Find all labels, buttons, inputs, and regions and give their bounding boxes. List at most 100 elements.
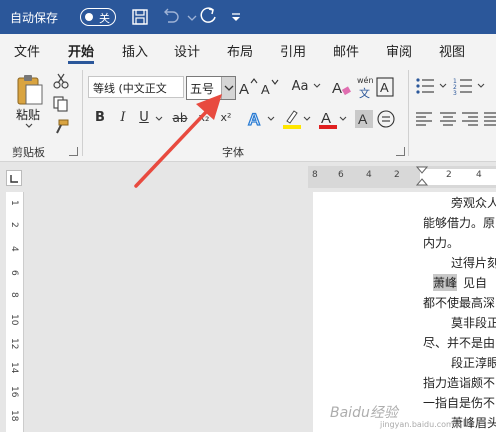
paste-label[interactable]: 粘贴 — [16, 106, 40, 123]
numbering-icon[interactable]: 1 2 3 — [452, 76, 474, 96]
numbering-dropdown-icon[interactable] — [476, 82, 486, 90]
cut-icon[interactable] — [52, 72, 70, 90]
doc-line: 指力造诣颇不 — [423, 376, 496, 390]
horizontal-ruler[interactable]: 8 6 4 2 2 4 — [308, 166, 496, 188]
tab-references[interactable]: 引用 — [280, 41, 306, 60]
tab-selector[interactable] — [6, 170, 22, 186]
align-right-icon[interactable] — [460, 110, 480, 128]
phonetic-guide-char[interactable]: 文 — [359, 85, 370, 101]
indent-marker-icon[interactable] — [416, 166, 428, 188]
italic-button[interactable]: I — [113, 108, 133, 128]
doc-line: 旁观众人 — [451, 196, 496, 210]
clear-formatting-icon[interactable]: A — [332, 76, 352, 98]
highlighter-dropdown-icon[interactable] — [302, 115, 312, 123]
subscript-button[interactable]: x₂ — [194, 108, 214, 128]
document-page[interactable]: 旁观众人 能够借力。原 内力。 过得片刻 萧峰 见自 都不使最高深 莫非段正 尽… — [313, 192, 496, 432]
tab-view[interactable]: 视图 — [439, 41, 465, 60]
watermark-url: jingyan.baidu.com — [380, 420, 454, 429]
paste-dropdown-icon[interactable] — [24, 122, 34, 130]
ruler-number: 8 — [9, 292, 19, 298]
underline-button[interactable]: U — [134, 108, 154, 128]
svg-text:A: A — [248, 110, 260, 129]
autosave-toggle[interactable]: 关 — [80, 8, 116, 26]
shrink-font-icon[interactable]: A — [260, 76, 280, 98]
doc-line: 能够借力。原 — [423, 216, 496, 230]
superscript-button[interactable]: x² — [216, 108, 236, 128]
ribbon-tabs: 文件 开始 插入 设计 布局 引用 邮件 审阅 视图 — [0, 34, 496, 64]
bullets-dropdown-icon[interactable] — [438, 82, 448, 90]
highlighter-icon[interactable] — [282, 108, 302, 130]
change-case-dropdown-icon[interactable] — [312, 82, 322, 90]
tab-insert[interactable]: 插入 — [122, 41, 148, 60]
doc-line: 内力。 — [423, 236, 460, 250]
font-group-label: 字体 — [222, 146, 244, 159]
svg-text:A: A — [358, 111, 368, 127]
change-case-button[interactable]: Aa — [288, 77, 312, 97]
group-divider — [82, 70, 83, 156]
vertical-ruler[interactable]: 1 2 4 6 8 10 12 14 16 18 — [6, 192, 24, 432]
justify-icon[interactable] — [482, 110, 496, 128]
doc-line: 尽、并不是由 — [423, 336, 496, 350]
phonetic-guide-pinyin[interactable]: wén — [357, 76, 374, 85]
svg-text:A: A — [261, 82, 270, 97]
character-shading-icon[interactable]: A — [354, 108, 374, 130]
font-name-value: 等线 (中文正文 — [93, 82, 167, 95]
text-effects-icon[interactable]: A — [246, 108, 266, 130]
bold-button[interactable]: B — [90, 108, 110, 128]
align-center-icon[interactable] — [438, 110, 458, 128]
autosave-state: 关 — [99, 12, 110, 25]
copy-icon[interactable] — [52, 95, 70, 113]
font-size-value: 五号 — [190, 82, 215, 96]
ruler-number: 6 — [9, 270, 19, 276]
font-size-select[interactable]: 五号 — [186, 76, 236, 100]
strikethrough-button[interactable]: ab — [170, 108, 190, 128]
font-color-dropdown-icon[interactable] — [338, 115, 348, 123]
ruler-number: 6 — [338, 170, 344, 180]
tab-layout[interactable]: 布局 — [227, 41, 253, 60]
tab-design[interactable]: 设计 — [174, 41, 200, 60]
tab-file[interactable]: 文件 — [14, 41, 40, 60]
ruler-number: 18 — [9, 410, 19, 422]
customize-quick-access-icon[interactable] — [226, 7, 246, 27]
svg-text:A: A — [239, 81, 249, 98]
format-painter-icon[interactable] — [52, 118, 70, 136]
svg-text:3: 3 — [453, 90, 457, 96]
doc-line: 莫非段正 — [451, 316, 496, 330]
align-left-icon[interactable] — [414, 110, 434, 128]
ruler-number: 14 — [9, 362, 19, 374]
bullets-icon[interactable] — [414, 76, 436, 96]
toggle-knob — [85, 13, 93, 21]
grow-font-icon[interactable]: A — [238, 76, 258, 98]
save-icon[interactable] — [130, 7, 150, 27]
tab-mailings[interactable]: 邮件 — [333, 41, 359, 60]
autosave-label: 自动保存 — [10, 11, 59, 25]
ruler-number: 4 — [366, 170, 372, 180]
ruler-number: 2 — [446, 170, 452, 180]
svg-text:A: A — [332, 80, 342, 97]
ruler-number: 1 — [9, 200, 19, 206]
font-size-dropdown-icon[interactable] — [221, 77, 235, 99]
font-launcher-icon[interactable] — [396, 147, 405, 156]
underline-dropdown-icon[interactable] — [154, 115, 164, 123]
ruler-number: 16 — [9, 386, 19, 398]
font-color-icon[interactable]: A — [318, 108, 338, 130]
tab-home[interactable]: 开始 — [68, 41, 94, 60]
clipboard-launcher-icon[interactable] — [69, 147, 78, 156]
clipboard-group-label: 剪贴板 — [12, 146, 45, 159]
doc-selected-text: 萧峰 — [433, 274, 458, 291]
enclose-characters-icon[interactable] — [376, 108, 396, 130]
text-effects-dropdown-icon[interactable] — [266, 115, 276, 123]
paste-icon[interactable] — [14, 72, 46, 106]
redo-icon[interactable] — [198, 7, 218, 27]
doc-line: 萧峰眉头 — [451, 416, 496, 430]
font-name-select[interactable]: 等线 (中文正文 — [88, 76, 184, 98]
ruler-number: 10 — [9, 314, 19, 326]
undo-icon[interactable] — [162, 7, 182, 27]
group-divider — [408, 70, 409, 156]
doc-line: 一指自是伤不 — [423, 396, 496, 410]
svg-text:A: A — [321, 110, 331, 127]
doc-line: 都不使最高深 — [423, 296, 496, 310]
character-border-icon[interactable]: A — [376, 77, 394, 97]
ruler-number: 4 — [476, 170, 482, 180]
tab-review[interactable]: 审阅 — [386, 41, 412, 60]
